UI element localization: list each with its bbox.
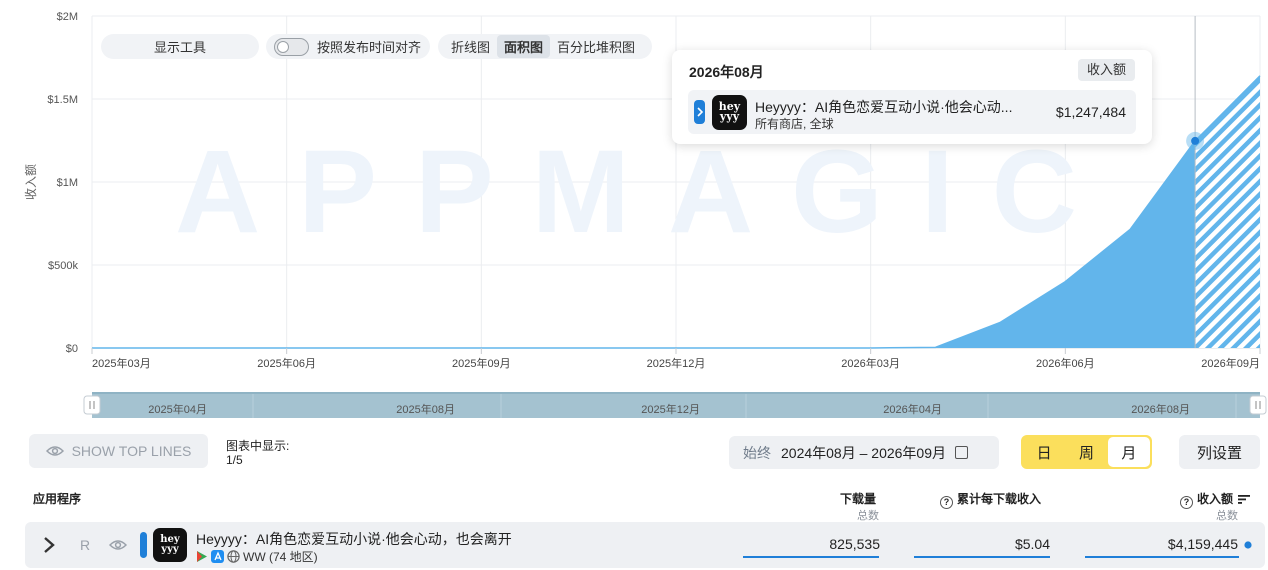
period-month[interactable]: 月 <box>1107 437 1150 467</box>
navigator-label: 2025年08月 <box>396 402 455 416</box>
align-release-toggle[interactable]: 按照发布时间对齐 <box>266 34 430 59</box>
rpd-bar <box>914 556 1050 558</box>
revenue-bar <box>1085 556 1239 558</box>
shown-in-chart: 图表中显示: 1/5 <box>226 439 290 467</box>
align-release-label: 按照发布时间对齐 <box>317 40 422 55</box>
y-tick-label: $1M <box>57 177 78 189</box>
y-axis-label: 收入额 <box>24 164 38 200</box>
sort-desc-icon[interactable] <box>1238 494 1251 504</box>
series-dot-icon <box>1244 541 1252 549</box>
navigator-label: 2025年04月 <box>148 402 207 416</box>
navigator-left-handle[interactable] <box>83 395 101 415</box>
date-range-prefix: 始终 <box>743 444 771 461</box>
rpd-value: $5.04 <box>1014 536 1050 552</box>
help-icon[interactable]: ? <box>1180 496 1193 509</box>
eye-icon[interactable] <box>109 539 127 551</box>
show-top-lines-label: SHOW TOP LINES <box>71 443 192 459</box>
navigator-label: 2025年12月 <box>641 402 700 416</box>
y-tick-label: $0 <box>66 343 78 355</box>
google-play-icon <box>197 551 207 562</box>
app-icon: hey yyy <box>712 95 747 130</box>
chart-type-switch: 折线图 面积图 百分比堆积图 <box>438 34 652 59</box>
range-navigator[interactable]: 2025年04月 2025年08月 2025年12月 2026年04月 2026年08月 <box>83 392 1267 418</box>
downloads-bar <box>743 556 879 558</box>
col-header-revenue-sub: 总数 <box>1216 510 1238 522</box>
tooltip-date: 2026年08月 <box>689 64 764 80</box>
app-name[interactable]: Heyyyy：AI角色恋爱互动小说·他会心动，也会离开 <box>196 529 512 549</box>
x-tick-label: 2026年06月 <box>1036 356 1095 370</box>
y-tick-label: $1.5M <box>47 94 78 106</box>
date-range-picker[interactable]: 始终 2024年08月 – 2026年09月 <box>729 436 999 469</box>
period-week[interactable]: 周 <box>1065 437 1107 467</box>
app-icon: hey yyy <box>153 528 187 562</box>
highlight-point <box>1191 136 1200 145</box>
tooltip-app-sub: 所有商店, 全球 <box>755 117 834 131</box>
chart-type-area[interactable]: 面积图 <box>497 35 551 58</box>
navigator-right-handle[interactable] <box>1249 395 1267 415</box>
x-tick-label: 2025年03月 <box>92 356 151 370</box>
help-icon[interactable]: ? <box>940 496 953 509</box>
chart-tooltip: 2026年08月 收入额 hey yyy Heyyyy：AI角色恋爱互动小说·他… <box>672 50 1152 144</box>
col-header-app[interactable]: 应用程序 <box>33 490 81 507</box>
period-selector: 日 周 月 <box>1021 435 1152 469</box>
tooltip-metric-badge: 收入额 <box>1077 59 1135 81</box>
tooltip-value: $1,247,484 <box>1055 104 1126 120</box>
eye-icon <box>45 446 64 456</box>
col-header-downloads[interactable]: 下载量 <box>840 490 876 507</box>
period-day[interactable]: 日 <box>1023 437 1065 467</box>
revenue-value: $4,159,445 <box>1167 536 1238 552</box>
col-header-rpd[interactable]: ? 累计每下载收入 <box>940 490 1041 509</box>
globe-icon <box>227 550 240 563</box>
app-stores: WW (74 地区) <box>196 548 318 565</box>
toggle-knob <box>277 40 289 53</box>
appmagic-watermark: APPMAGIC <box>175 126 1115 258</box>
calendar-icon[interactable] <box>955 446 968 459</box>
table-row[interactable]: R hey yyy Heyyyy：AI角色恋爱互动小说·他会心动，也会离开 WW… <box>25 522 1265 568</box>
date-range-value: 2024年08月 – 2026年09月 <box>781 444 946 461</box>
series-area-incomplete <box>1195 75 1260 348</box>
app-store-icon <box>211 550 224 563</box>
navigator-label: 2026年04月 <box>883 402 942 416</box>
x-tick-label: 2025年12月 <box>647 356 706 370</box>
expand-chevron-icon[interactable] <box>43 536 55 554</box>
x-tick-label: 2025年09月 <box>452 356 511 370</box>
toggle-switch[interactable] <box>274 37 309 56</box>
chart-type-percent-stacked[interactable]: 百分比堆积图 <box>550 35 642 58</box>
tooltip-app-name: Heyyyy：AI角色恋爱互动小说·他会心动... <box>755 99 1013 115</box>
chart-type-line[interactable]: 折线图 <box>444 35 497 58</box>
y-tick-label: $2M <box>57 11 78 23</box>
series-color-marker <box>694 100 705 124</box>
show-tools-button[interactable]: 显示工具 <box>101 34 259 59</box>
x-tick-label: 2026年09月 <box>1201 356 1260 370</box>
show-top-lines-button[interactable]: SHOW TOP LINES <box>29 434 208 468</box>
y-tick-label: $500k <box>48 260 78 272</box>
series-color-marker <box>140 532 147 558</box>
column-settings-button[interactable]: 列设置 <box>1179 435 1260 469</box>
x-tick-label: 2025年06月 <box>257 356 316 370</box>
downloads-value: 825,535 <box>829 536 880 552</box>
app-region: WW (74 地区) <box>243 550 318 564</box>
x-tick-label: 2026年03月 <box>841 356 900 370</box>
col-header-downloads-sub: 总数 <box>857 510 879 522</box>
tooltip-app-row: hey yyy Heyyyy：AI角色恋爱互动小说·他会心动... 所有商店, … <box>688 90 1136 134</box>
navigator-label: 2026年08月 <box>1131 402 1190 416</box>
row-r-marker[interactable]: R <box>80 537 90 553</box>
show-tools-label: 显示工具 <box>153 40 206 55</box>
